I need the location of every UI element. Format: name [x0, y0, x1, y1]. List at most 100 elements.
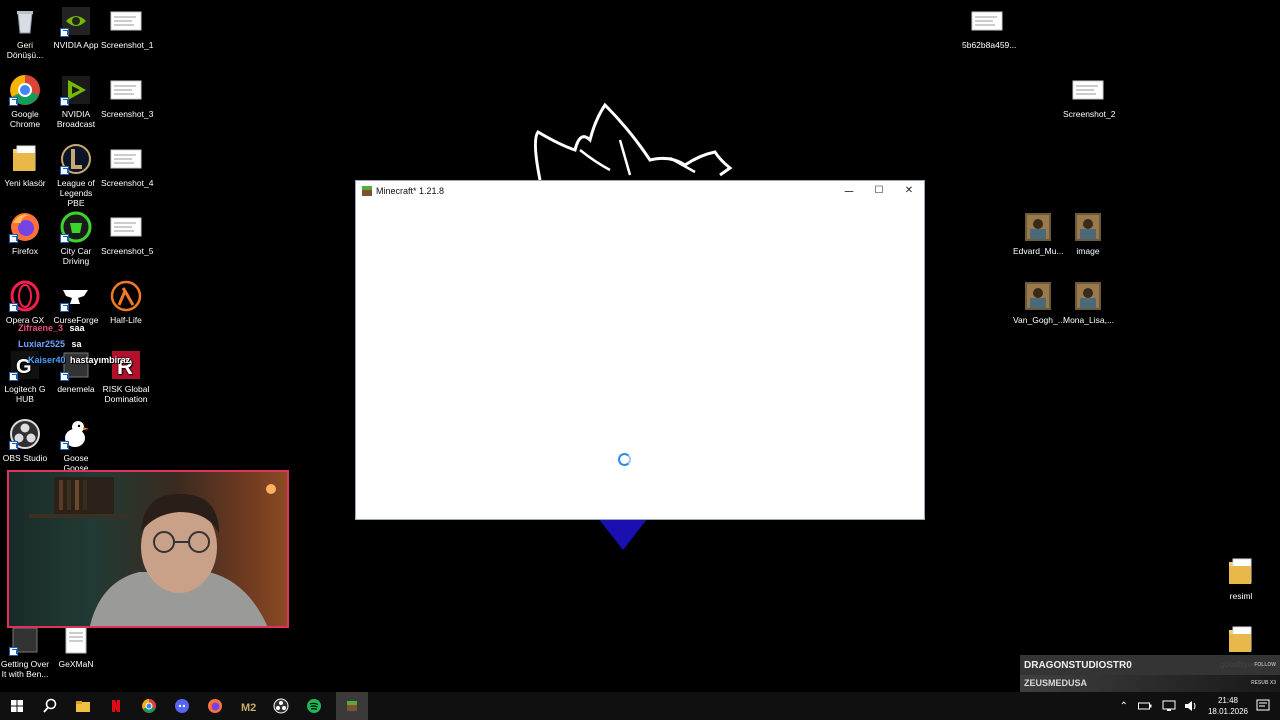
curseforge-icon — [60, 280, 92, 312]
painting-icon — [1072, 211, 1104, 243]
image-file-icon — [1072, 74, 1104, 106]
desktop-icon-label: denemela — [57, 384, 95, 394]
shortcut-arrow-icon — [60, 372, 69, 381]
taskbar-chrome[interactable] — [132, 692, 165, 720]
chat-username: Kaiser40 — [28, 355, 66, 365]
taskbar-netflix[interactable] — [99, 692, 132, 720]
desktop-icon-yeni-klasor[interactable]: Yeni klasör — [0, 143, 50, 188]
desktop-icon-edvard[interactable]: Edvard_Mu... — [1013, 211, 1064, 256]
windows-start-icon — [10, 700, 23, 712]
clock-date: 18.01.2026 — [1207, 707, 1248, 716]
desktop-icon-opera-gx[interactable]: Opera GX — [0, 280, 50, 325]
desktop-icon-lol-pbe[interactable]: League of Legends PBE — [51, 143, 101, 208]
desktop-icon-obs[interactable]: OBS Studio — [0, 418, 50, 463]
desktop-icon-gexman[interactable]: GeXMaN — [51, 624, 101, 669]
chat-username: Zifraene_3 — [18, 323, 64, 333]
spotify-icon — [306, 699, 321, 713]
desktop-icon-chrome[interactable]: Google Chrome — [0, 74, 50, 129]
desktop-icon-label: Google Chrome — [9, 109, 41, 129]
desktop-icon-screenshot-5[interactable]: Screenshot_5 — [101, 211, 153, 256]
desktop-icon-curseforge[interactable]: CurseForge — [51, 280, 101, 325]
painting-icon — [1072, 280, 1104, 312]
battery-icon[interactable] — [1137, 701, 1152, 711]
league-icon — [60, 143, 92, 175]
desktop-icon-5b62[interactable]: 5b62b8a459... — [962, 5, 1016, 50]
shortcut-arrow-icon — [9, 372, 18, 381]
webcam-overlay — [7, 470, 289, 628]
shortcut-arrow-icon — [9, 234, 18, 243]
desktop-icon-half-life[interactable]: Half-Life — [101, 280, 151, 325]
discord-icon — [174, 699, 189, 713]
desktop-icon-label: resiml — [1229, 591, 1253, 601]
desktop-icon-image[interactable]: image — [1063, 211, 1113, 256]
volume-icon[interactable] — [1184, 700, 1198, 712]
desktop-icon-nvidia-app[interactable]: NVIDIA App — [51, 5, 101, 50]
desktop-icon-label: OBS Studio — [2, 453, 48, 463]
notification-icon[interactable] — [1256, 699, 1270, 713]
system-tray: ⌃ 21:48 18.01.2026 — [1120, 692, 1280, 720]
firefox-icon — [9, 211, 41, 243]
svg-text:M2: M2 — [241, 702, 256, 714]
minecraft-launcher-window[interactable]: Minecraft* 1.21.8 ─ ☐ ✕ — [355, 180, 925, 520]
network-icon[interactable] — [1162, 700, 1176, 712]
clock[interactable]: 21:48 18.01.2026 — [1208, 695, 1248, 717]
maximize-button[interactable]: ☐ — [864, 181, 894, 200]
desktop-icon-van-gogh[interactable]: Van_Gogh_... — [1013, 280, 1065, 325]
shortcut-arrow-icon — [9, 441, 18, 450]
desktop-icon-screenshot-1[interactable]: Screenshot_1 — [101, 5, 153, 50]
shortcut-arrow-icon — [60, 234, 69, 243]
desktop-icon-screenshot-2[interactable]: Screenshot_2 — [1063, 74, 1115, 119]
loading-spinner-icon — [618, 453, 631, 466]
desktop-icon-screenshot-4[interactable]: Screenshot_4 — [101, 143, 153, 188]
desktop-icon-label: Half-Life — [110, 315, 142, 325]
shortcut-arrow-icon — [60, 303, 69, 312]
desktop-icon-label: Van_Gogh_... — [1013, 315, 1065, 325]
image-file-icon — [110, 74, 142, 106]
webcam-person-image — [29, 477, 276, 626]
taskbar-file-explorer[interactable] — [66, 692, 99, 720]
taskbar: M2 ⌃ 21:48 18.01.2026 — [0, 692, 1280, 720]
desktop-icon-firefox[interactable]: Firefox — [0, 211, 50, 256]
taskbar-spotify[interactable] — [297, 692, 330, 720]
chrome-icon — [9, 74, 41, 106]
folder-icon — [1225, 556, 1257, 588]
taskbar-discord[interactable] — [165, 692, 198, 720]
shortcut-arrow-icon — [60, 441, 69, 450]
desktop-icon-label: Firefox — [12, 246, 38, 256]
chat-text: sa — [71, 339, 82, 349]
close-button[interactable]: ✕ — [894, 181, 924, 200]
chat-text: hastayımbiraz — [70, 355, 131, 365]
desktop-icon-recycle[interactable]: Geri Dönüşü... — [0, 5, 50, 60]
search-button[interactable] — [33, 692, 66, 720]
search-icon — [42, 698, 56, 713]
lol-icon: M2 — [241, 702, 256, 714]
taskbar-minecraft[interactable] — [336, 692, 368, 720]
firefox-icon — [207, 699, 222, 713]
window-titlebar[interactable]: Minecraft* 1.21.8 ─ ☐ ✕ — [356, 181, 924, 200]
desktop-icon-label: Mona_Lisa,... — [1063, 315, 1115, 325]
nvidia-broadcast-icon — [60, 74, 92, 106]
chat-message-2: Luxiar2525 sa — [18, 339, 82, 349]
taskbar-firefox[interactable] — [198, 692, 231, 720]
minimize-button[interactable]: ─ — [834, 181, 864, 200]
desktop-icon-resiml[interactable]: resiml — [1216, 556, 1266, 601]
subscriber-name: DRAGONSTUDIOSTR0 — [1024, 659, 1132, 671]
game-icon — [9, 624, 41, 656]
taskbar-lol[interactable]: M2 — [231, 692, 264, 720]
desktop-icon-screenshot-3[interactable]: Screenshot_3 — [101, 74, 153, 119]
opera-gx-icon — [9, 280, 41, 312]
desktop-icon-mona-lisa[interactable]: Mona_Lisa,... — [1063, 280, 1115, 325]
minecraft-icon — [347, 701, 357, 711]
desktop-icon-label: NVIDIA Broadcast — [56, 109, 96, 129]
desktop-icon-nvidia-broadcast[interactable]: NVIDIA Broadcast — [51, 74, 101, 129]
chevron-up-icon[interactable]: ⌃ — [1120, 701, 1128, 712]
desktop-icon-getting-over-it[interactable]: Getting Over It with Ben... — [0, 624, 50, 679]
window-title: Minecraft* 1.21.8 — [376, 185, 445, 196]
taskbar-obs[interactable] — [264, 692, 297, 720]
desktop-icon-city-car[interactable]: City Car Driving — [51, 211, 101, 266]
subscriber-name: ZEUSMEDUSA — [1024, 677, 1088, 688]
city-car-icon — [60, 211, 92, 243]
subscriber-tag: FOLLOW — [1254, 662, 1276, 668]
shortcut-arrow-icon — [60, 28, 69, 37]
start-button[interactable] — [0, 692, 33, 720]
